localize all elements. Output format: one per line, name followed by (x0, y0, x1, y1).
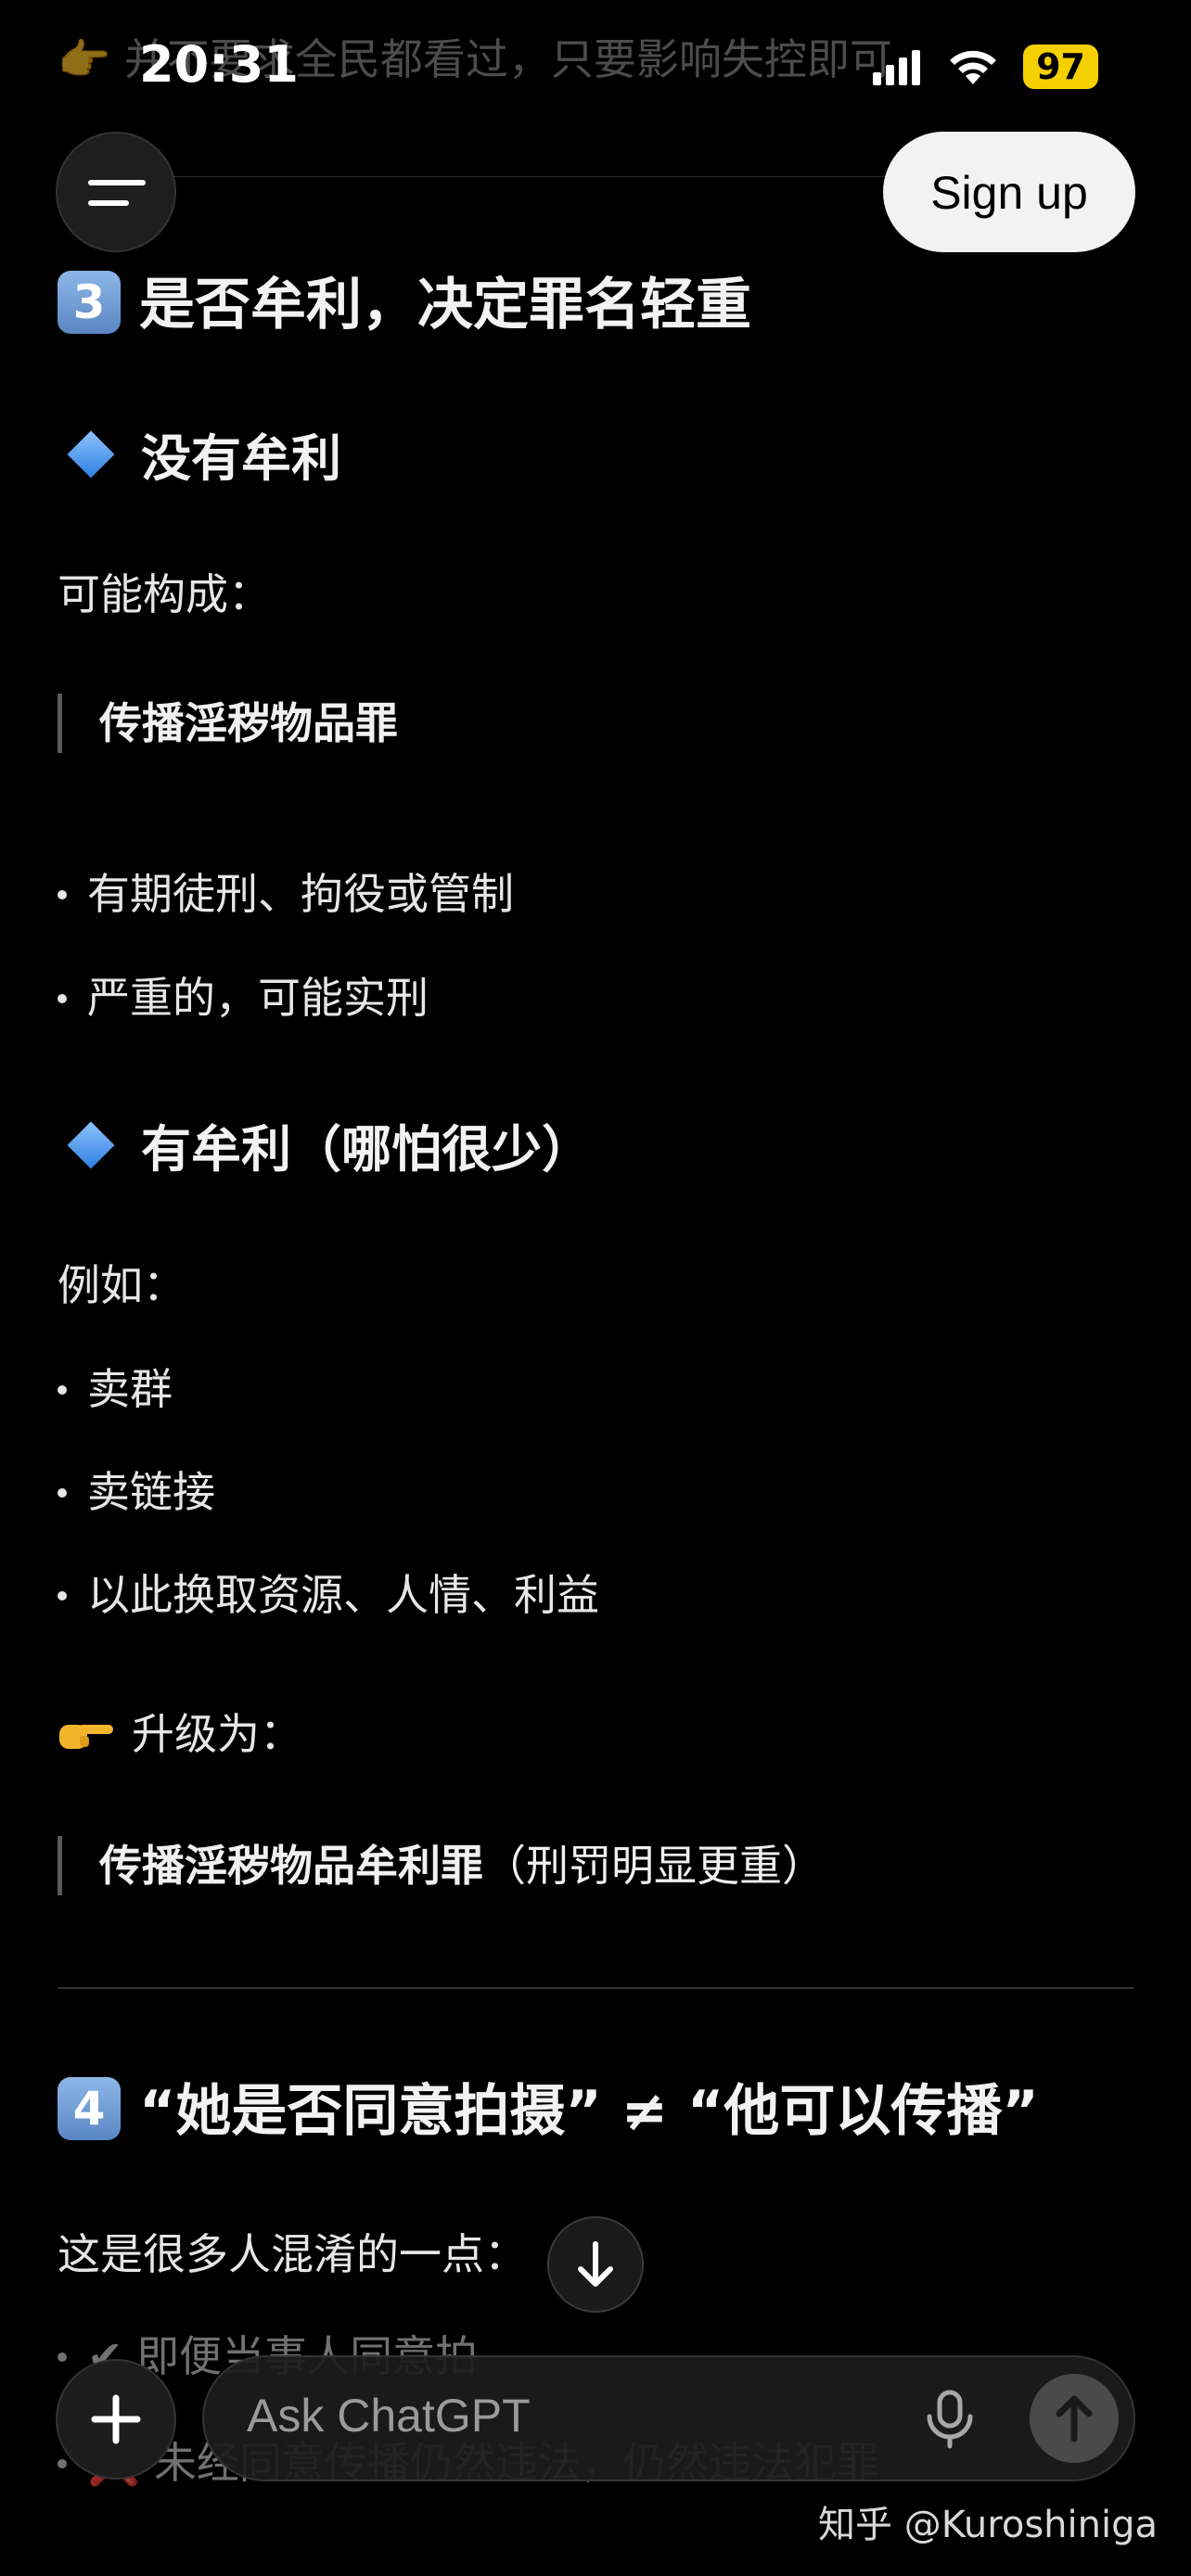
wifi-icon (950, 50, 997, 84)
arrow-down-icon (578, 2241, 613, 2287)
no-profit-intro: 可能构成： (58, 569, 271, 619)
no-profit-quote: 传播淫秽物品罪 (58, 694, 398, 753)
upgrade-line: 升级为： (58, 1701, 302, 1762)
no-profit-quote-text: 传播淫秽物品罪 (99, 698, 398, 748)
list-item-text: 有期徒刑、拘役或管制 (87, 869, 514, 919)
menu-icon-line (88, 200, 129, 206)
scroll-to-bottom-button[interactable] (547, 2216, 644, 2313)
profit-quote: 传播淫秽物品牟利罪（刑罚明显更重） (58, 1836, 825, 1895)
no-profit-heading: 没有牟利 (58, 417, 341, 491)
plus-icon (91, 2394, 141, 2444)
watermark: 知乎 @Kuroshiniga (817, 2504, 1158, 2546)
list-item: 卖链接 (58, 1459, 215, 1520)
blue-diamond-icon (67, 430, 115, 478)
bullet-dot (58, 1385, 67, 1395)
list-item: 有期徒刑、拘役或管制 (58, 861, 514, 922)
list-item-text: 卖链接 (87, 1467, 215, 1517)
send-button[interactable] (1030, 2374, 1119, 2463)
blue-diamond-icon (67, 1121, 115, 1169)
profit-quote-bold: 传播淫秽物品牟利罪 (99, 1841, 483, 1891)
list-item: 严重的，可能实刑 (58, 964, 429, 1026)
bullet-dot (58, 890, 67, 899)
menu-button[interactable] (56, 132, 176, 252)
section-divider (58, 1987, 1133, 1989)
list-item-text: 卖群 (87, 1364, 173, 1414)
section-4-title: “她是否同意拍摄” ≠ “他可以传播” (139, 2079, 1039, 2144)
keycap-4-icon: 4 (58, 2077, 121, 2141)
list-item: 以此换取资源、人情、利益 (58, 1562, 599, 1623)
profit-quote-note: （刑罚明显更重） (483, 1841, 825, 1891)
battery-indicator: 97 (1023, 45, 1098, 89)
profit-heading: 有牟利（哪怕很少） (58, 1108, 592, 1181)
section-3-title: 是否牟利，决定罪名轻重 (139, 273, 751, 338)
attach-button[interactable] (56, 2359, 176, 2480)
composer-placeholder: Ask ChatGPT (247, 2390, 531, 2442)
section-3-heading: 3 是否牟利，决定罪名轻重 (58, 260, 751, 340)
no-profit-heading-text: 没有牟利 (141, 429, 341, 488)
upgrade-text: 升级为： (132, 1709, 302, 1759)
list-item-text: 严重的，可能实刑 (87, 973, 429, 1023)
arrow-up-icon (1056, 2395, 1093, 2442)
pointing-hand-icon (59, 1725, 113, 1749)
mic-icon[interactable] (922, 2389, 978, 2450)
profit-intro: 例如： (58, 1260, 186, 1310)
list-item-text: 以此换取资源、人情、利益 (87, 1570, 599, 1620)
cellular-signal-icon (873, 50, 921, 85)
bullet-dot (58, 1488, 67, 1498)
sign-up-button[interactable]: Sign up (883, 132, 1135, 252)
message-composer[interactable]: Ask ChatGPT (202, 2355, 1135, 2481)
menu-icon (88, 180, 146, 185)
section-4-intro: 这是很多人混淆的一点： (58, 2229, 527, 2279)
bullet-dot (58, 994, 67, 1003)
profit-heading-text: 有牟利（哪怕很少） (141, 1120, 592, 1179)
section-4-heading: 4 “她是否同意拍摄” ≠ “他可以传播” (58, 2066, 1039, 2147)
status-icons: 97 (873, 45, 1098, 89)
keycap-3-icon: 3 (58, 271, 121, 335)
list-item: 卖群 (58, 1356, 173, 1417)
bullet-dot (58, 1591, 67, 1600)
status-time: 20:31 (139, 35, 299, 94)
